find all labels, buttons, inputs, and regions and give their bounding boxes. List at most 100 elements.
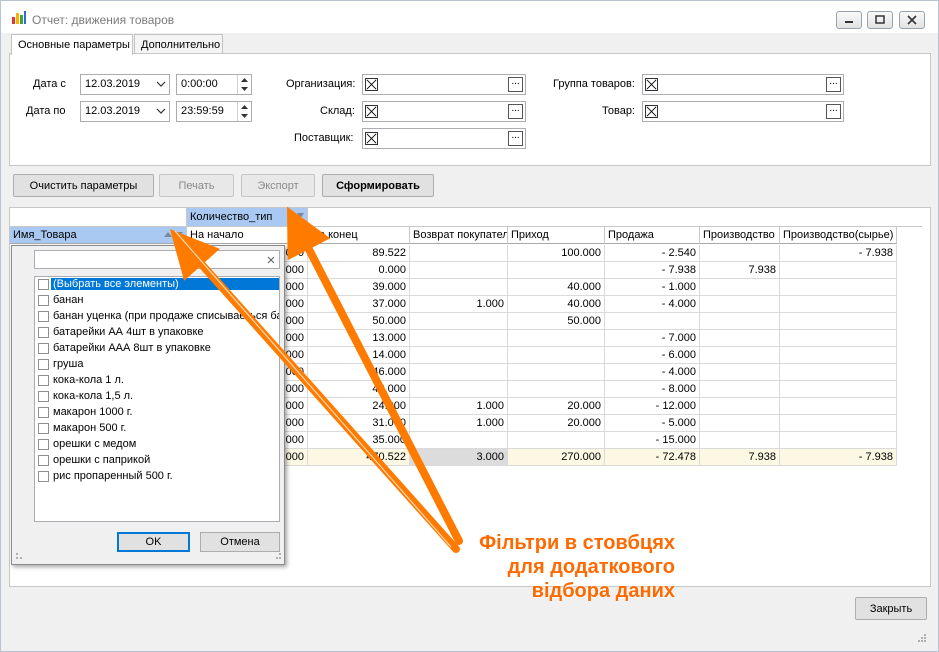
table-cell[interactable]: 50.000	[308, 313, 410, 330]
table-cell[interactable]: 50.000	[508, 313, 605, 330]
checkbox[interactable]	[38, 359, 49, 370]
column-header-sale[interactable]: Продажа	[605, 227, 700, 244]
table-cell[interactable]: 40.000	[508, 279, 605, 296]
table-cell[interactable]: 24.000	[308, 398, 410, 415]
table-cell[interactable]	[700, 245, 780, 262]
table-cell[interactable]: 35.000	[308, 432, 410, 449]
table-cell[interactable]: - 12.000	[605, 398, 700, 415]
table-cell[interactable]	[780, 313, 897, 330]
table-cell[interactable]	[780, 415, 897, 432]
table-cell[interactable]: 14.000	[308, 347, 410, 364]
table-cell[interactable]	[700, 398, 780, 415]
export-button[interactable]: Экспорт	[241, 174, 315, 197]
table-cell[interactable]	[410, 381, 508, 398]
table-cell[interactable]: 39.000	[308, 279, 410, 296]
table-cell[interactable]	[780, 347, 897, 364]
clear-search-icon[interactable]	[267, 256, 275, 264]
product-group-select-button[interactable]: ...	[826, 77, 841, 92]
supplier-field[interactable]: ...	[362, 128, 526, 149]
checkbox[interactable]	[38, 327, 49, 338]
table-cell[interactable]	[700, 296, 780, 313]
close-button[interactable]: Закрыть	[855, 597, 927, 620]
table-cell[interactable]	[780, 381, 897, 398]
date-to-picker[interactable]: 12.03.2019	[80, 101, 170, 122]
tab-additional[interactable]: Дополнительно	[134, 34, 223, 54]
warehouse-field[interactable]: ...	[362, 101, 526, 122]
filter-list-item[interactable]: груша	[35, 357, 279, 373]
table-cell[interactable]: 89.522	[308, 245, 410, 262]
checkbox[interactable]	[38, 407, 49, 418]
table-cell[interactable]: 1.000	[410, 296, 508, 313]
clear-params-button[interactable]: Очистить параметры	[13, 174, 154, 197]
date-from-picker[interactable]: 12.03.2019	[80, 74, 170, 95]
checkbox[interactable]	[38, 423, 49, 434]
table-cell[interactable]: 37.000	[308, 296, 410, 313]
table-cell[interactable]	[605, 313, 700, 330]
table-cell[interactable]	[780, 330, 897, 347]
warehouse-select-button[interactable]: ...	[508, 104, 523, 119]
table-cell[interactable]: 1.000	[410, 415, 508, 432]
table-cell[interactable]	[410, 245, 508, 262]
filter-list-item[interactable]: кока-кола 1 л.	[35, 373, 279, 389]
table-cell[interactable]: - 5.000	[605, 415, 700, 432]
group-header-quantity-type[interactable]: Количество_тип	[187, 208, 308, 227]
table-cell[interactable]	[780, 262, 897, 279]
filter-list-item[interactable]: батарейки АА 4шт в упаковке	[35, 325, 279, 341]
checkbox[interactable]	[38, 343, 49, 354]
filter-list-item[interactable]: макарон 1000 г.	[35, 405, 279, 421]
checkbox[interactable]	[38, 439, 49, 450]
table-cell[interactable]: 42.000	[308, 381, 410, 398]
table-cell[interactable]: - 4.000	[605, 296, 700, 313]
table-cell[interactable]: 20.000	[508, 398, 605, 415]
table-cell[interactable]	[508, 262, 605, 279]
table-cell[interactable]: - 8.000	[605, 381, 700, 398]
print-button[interactable]: Печать	[159, 174, 234, 197]
checkbox[interactable]	[38, 375, 49, 386]
product-field[interactable]: ...	[642, 101, 844, 122]
checkbox[interactable]	[38, 455, 49, 466]
popup-resize-grip-icon[interactable]	[271, 552, 283, 562]
column-header-product-name[interactable]: Имя_Товара	[10, 227, 187, 244]
time-to-field[interactable]: 23:59:59	[176, 101, 252, 122]
table-cell[interactable]	[700, 279, 780, 296]
organization-field[interactable]: ...	[362, 74, 526, 95]
build-report-button[interactable]: Сформировать	[322, 174, 434, 197]
column-header-start[interactable]: На начало	[187, 227, 308, 244]
table-cell[interactable]	[410, 313, 508, 330]
table-cell[interactable]: - 1.000	[605, 279, 700, 296]
table-cell[interactable]	[508, 347, 605, 364]
table-cell[interactable]: - 2.540	[605, 245, 700, 262]
time-from-field[interactable]: 0:00:00	[176, 74, 252, 95]
filter-list-item[interactable]: макарон 500 г.	[35, 421, 279, 437]
maximize-button[interactable]	[867, 11, 893, 29]
table-cell[interactable]: - 7.000	[605, 330, 700, 347]
table-cell[interactable]	[700, 330, 780, 347]
tab-main-params[interactable]: Основные параметры	[11, 34, 133, 55]
product-group-field[interactable]: ...	[642, 74, 844, 95]
table-cell[interactable]	[508, 364, 605, 381]
table-cell[interactable]	[780, 432, 897, 449]
column-header-production[interactable]: Производство	[700, 227, 780, 244]
filter-cancel-button[interactable]: Отмена	[200, 532, 280, 552]
clear-checkbox-icon[interactable]	[645, 105, 658, 118]
table-cell[interactable]: 13.000	[308, 330, 410, 347]
table-cell[interactable]: - 7.938	[780, 245, 897, 262]
table-cell[interactable]: 100.000	[508, 245, 605, 262]
close-window-button[interactable]	[899, 11, 925, 29]
clear-checkbox-icon[interactable]	[365, 78, 378, 91]
table-cell[interactable]	[410, 262, 508, 279]
minimize-button[interactable]	[836, 11, 862, 29]
table-cell[interactable]	[410, 364, 508, 381]
table-cell[interactable]	[780, 296, 897, 313]
table-cell[interactable]: - 6.000	[605, 347, 700, 364]
table-cell[interactable]	[700, 381, 780, 398]
table-cell[interactable]	[700, 364, 780, 381]
clear-checkbox-icon[interactable]	[365, 105, 378, 118]
filter-list-item[interactable]: орешки с паприкой	[35, 453, 279, 469]
table-cell[interactable]: 1.000	[410, 398, 508, 415]
table-cell[interactable]	[508, 381, 605, 398]
checkbox[interactable]	[38, 391, 49, 402]
table-cell[interactable]	[700, 313, 780, 330]
checkbox[interactable]	[38, 295, 49, 306]
table-cell[interactable]	[508, 432, 605, 449]
